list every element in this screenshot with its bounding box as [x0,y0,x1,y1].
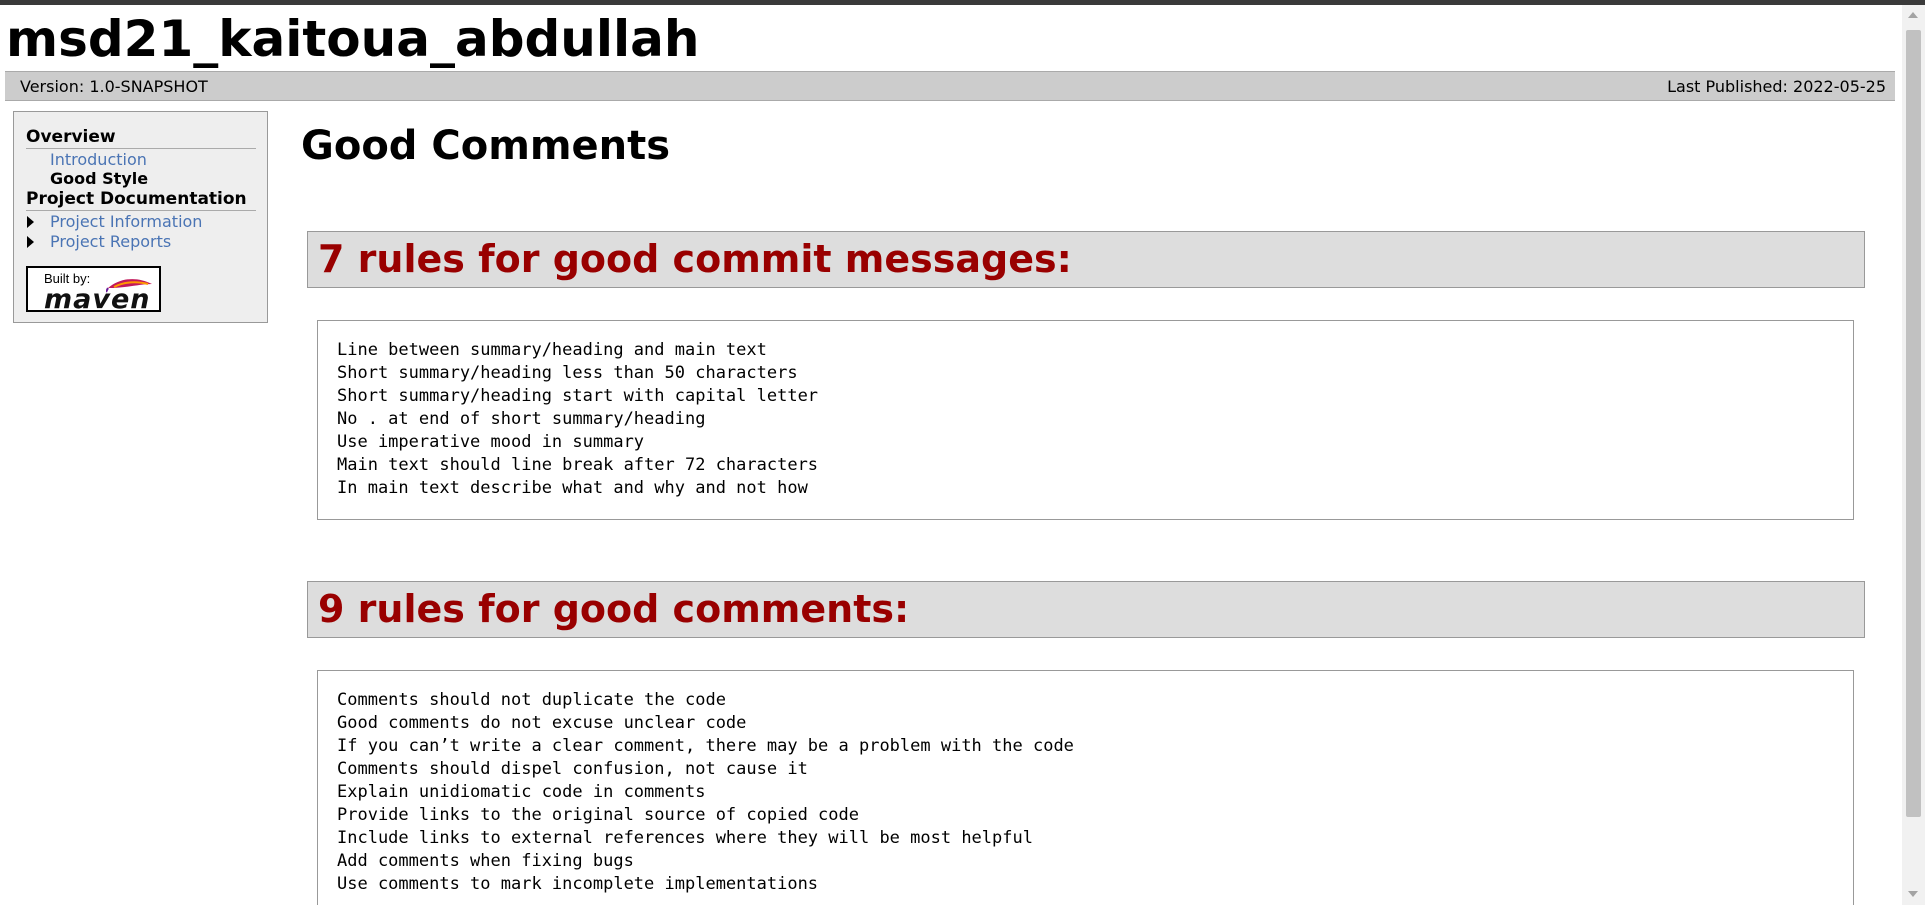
page-viewport: msd21_kaitoua_abdullah Version: 1.0-SNAP… [0,5,1902,905]
code-line: Include links to external references whe… [337,828,1033,848]
maven-logo-text: maven [44,284,151,315]
code-line: No . at end of short summary/heading [337,409,706,429]
site-banner-title: msd21_kaitoua_abdullah [6,10,700,68]
built-by-maven-badge[interactable]: Built by: maven [26,266,161,315]
expand-arrow-icon[interactable] [27,236,34,248]
code-line: Comments should dispel confusion, not ca… [337,759,808,779]
scrollbar-thumb[interactable] [1906,30,1921,817]
code-line: Comments should not duplicate the code [337,690,726,710]
page-title: Good Comments [301,123,671,169]
scroll-up-arrow-icon[interactable] [1908,12,1918,18]
code-line: If you can’t write a clear comment, ther… [337,736,1074,756]
code-line: Line between summary/heading and main te… [337,340,767,360]
code-line: Explain unidiomatic code in comments [337,782,706,802]
code-line: Use imperative mood in summary [337,432,645,452]
code-line: Use comments to mark incomplete implemen… [337,874,819,894]
sidebar-item-introduction[interactable]: Introduction [50,150,147,170]
code-line: Good comments do not excuse unclear code [337,713,747,733]
expand-arrow-icon[interactable] [27,216,34,228]
section-heading-commit-messages: 7 rules for good commit messages: [307,231,1865,288]
code-line: Short summary/heading less than 50 chara… [337,363,798,383]
sidebar-item-project-information[interactable]: Project Information [50,212,202,232]
nav-heading-overview: Overview [26,127,256,149]
breadcrumbs-bar: Version: 1.0-SNAPSHOT Last Published: 20… [5,71,1895,101]
comment-rules-code-block: Comments should not duplicate the code G… [317,670,1854,905]
sidebar-item-good-style: Good Style [50,169,149,188]
code-line: Provide links to the original source of … [337,805,859,825]
section-heading-good-comments: 9 rules for good comments: [307,581,1865,638]
code-line: Main text should line break after 72 cha… [337,455,819,475]
code-line: In main text describe what and why and n… [337,478,808,498]
code-line: Add comments when fixing bugs [337,851,634,871]
scroll-down-arrow-icon[interactable] [1908,891,1918,897]
sidebar-item-project-reports[interactable]: Project Reports [50,232,171,252]
code-line: Short summary/heading start with capital… [337,386,819,406]
vertical-scrollbar[interactable] [1902,5,1925,905]
version-label: Version: 1.0-SNAPSHOT [20,77,208,96]
last-published-label: Last Published: 2022-05-25 [1667,77,1886,96]
commit-rules-code-block: Line between summary/heading and main te… [317,320,1854,520]
nav-heading-project-documentation: Project Documentation [26,189,256,211]
sidebar-navigation: Overview Introduction Good Style Project… [13,111,268,323]
